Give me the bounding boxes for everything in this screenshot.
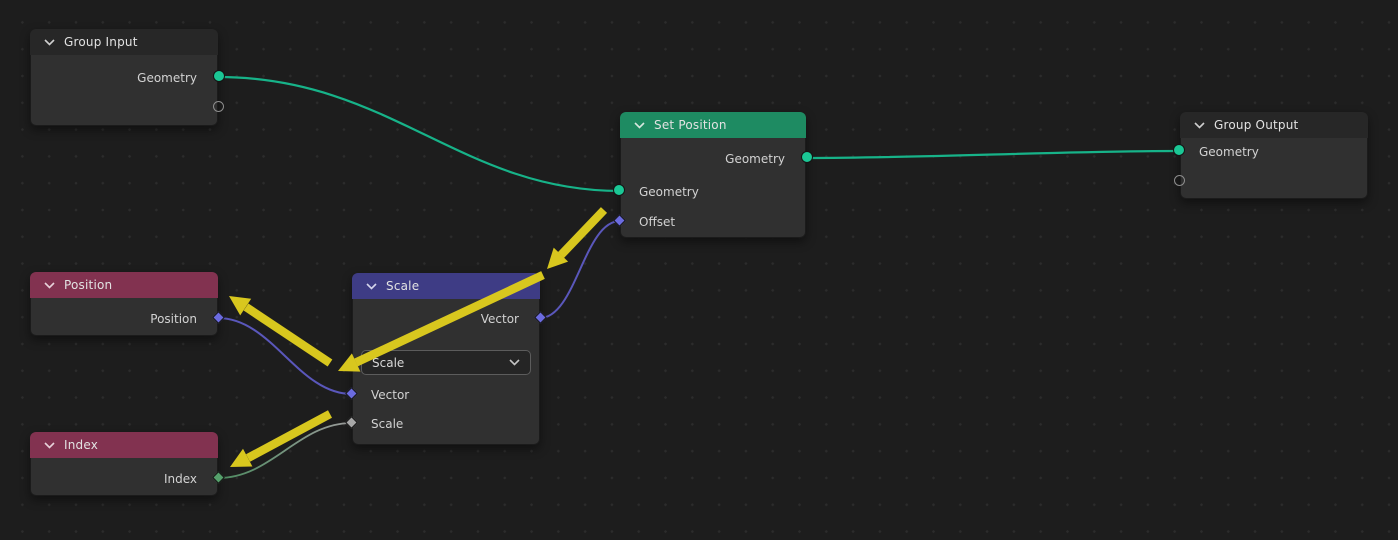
wire-setposition-to-groupoutput xyxy=(805,149,1181,160)
node-group-input[interactable]: Group Input Geometry xyxy=(30,29,225,126)
socket-vector-output[interactable] xyxy=(534,311,547,324)
socket-vector-input[interactable] xyxy=(345,387,358,400)
output-label-geometry: Geometry xyxy=(725,152,785,166)
socket-geometry-output[interactable] xyxy=(213,70,225,82)
socket-scale-input[interactable] xyxy=(345,416,358,429)
node-group-output[interactable]: Group Output Geometry xyxy=(1173,112,1368,199)
node-index[interactable]: Index Index xyxy=(30,432,225,496)
input-label-geometry: Geometry xyxy=(639,185,699,199)
node-editor-canvas[interactable]: Group Input Geometry Set Position Geomet… xyxy=(0,0,1398,540)
output-label-index: Index xyxy=(163,472,197,486)
socket-offset-input[interactable] xyxy=(613,214,626,227)
operation-dropdown-value: Scale xyxy=(372,355,405,370)
output-label-geometry: Geometry xyxy=(137,71,197,85)
node-title: Group Output xyxy=(1214,118,1299,132)
output-label-vector: Vector xyxy=(480,312,519,326)
wire-position-to-vector xyxy=(217,317,353,395)
input-label-vector: Vector xyxy=(371,388,410,402)
input-label-scale: Scale xyxy=(371,417,404,431)
node-group-output-header[interactable]: Group Output xyxy=(1180,112,1368,138)
collapse-chevron-icon[interactable] xyxy=(42,278,56,292)
collapse-chevron-icon[interactable] xyxy=(364,279,378,293)
node-title: Scale xyxy=(386,279,420,293)
node-set-position[interactable]: Set Position Geometry Geometry Offset xyxy=(613,112,813,238)
socket-index-output[interactable] xyxy=(212,471,225,484)
socket-geometry-input[interactable] xyxy=(613,184,625,196)
node-set-position-header[interactable]: Set Position xyxy=(620,112,806,138)
dropdown-chevron-icon xyxy=(507,356,521,370)
socket-virtual-output[interactable] xyxy=(213,101,224,112)
node-scale-vector-math[interactable]: Scale Vector Scale Vector Scale xyxy=(345,273,547,445)
node-title: Index xyxy=(64,438,99,452)
operation-dropdown[interactable]: Scale xyxy=(361,350,531,375)
annotation-arrow-scale-input-to-index-socket xyxy=(230,410,333,467)
node-position-header[interactable]: Position xyxy=(30,272,218,298)
collapse-chevron-icon[interactable] xyxy=(632,118,646,132)
output-label-position: Position xyxy=(150,312,197,326)
wire-groupinput-to-setposition xyxy=(217,75,621,193)
collapse-chevron-icon[interactable] xyxy=(42,438,56,452)
node-title: Set Position xyxy=(654,118,727,132)
wire-index-to-scale xyxy=(217,422,353,479)
collapse-chevron-icon[interactable] xyxy=(1192,118,1206,132)
node-scale-header[interactable]: Scale xyxy=(352,273,540,299)
node-title: Group Input xyxy=(64,35,138,49)
wire-scale-to-offset xyxy=(539,220,621,319)
node-position[interactable]: Position Position xyxy=(30,272,225,336)
input-label-offset: Offset xyxy=(639,215,676,229)
node-title: Position xyxy=(64,278,113,292)
input-label-geometry: Geometry xyxy=(1199,145,1259,159)
socket-position-output[interactable] xyxy=(212,311,225,324)
socket-geometry-input[interactable] xyxy=(1173,144,1185,156)
node-index-header[interactable]: Index xyxy=(30,432,218,458)
collapse-chevron-icon[interactable] xyxy=(42,35,56,49)
socket-virtual-input[interactable] xyxy=(1174,175,1185,186)
annotation-arrow-offset-to-scale-node xyxy=(547,207,608,269)
socket-geometry-output[interactable] xyxy=(801,151,813,163)
annotation-arrow-vector-input-to-position-node xyxy=(229,296,333,367)
node-group-input-header[interactable]: Group Input xyxy=(30,29,218,55)
